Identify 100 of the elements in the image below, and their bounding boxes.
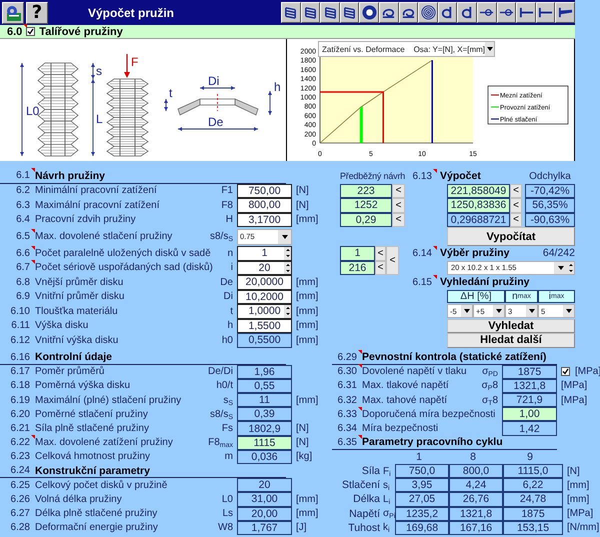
spinner-arrows-icon[interactable] — [284, 262, 291, 274]
toolbar-button[interactable] — [320, 2, 340, 23]
parameter-label: Vnitřní výška disku — [34, 334, 120, 346]
section-title: Talířové pružiny — [39, 26, 123, 38]
dimension-label: h — [274, 80, 281, 94]
result-value: 1,00 — [502, 407, 557, 422]
toolbar-button[interactable] — [438, 2, 458, 23]
parameter-label: Výška disku — [34, 320, 90, 332]
section-heading: Pevnostní kontrola (statické zatížení) — [361, 351, 546, 364]
row-number: 6.30 — [332, 366, 357, 378]
caret-icon[interactable] — [554, 262, 567, 274]
toolbar-button[interactable] — [418, 2, 438, 23]
symbol: Fs — [220, 423, 234, 434]
result-value: 1,767 — [237, 520, 292, 535]
symbol: Di — [222, 291, 234, 302]
symbol: h0 — [220, 334, 234, 346]
apply-all-button[interactable]: < — [386, 246, 399, 275]
spiral-icon — [420, 5, 436, 20]
apply-button[interactable]: < — [375, 260, 386, 275]
search-button[interactable]: Vyhledat — [447, 318, 575, 333]
result-value: 3,95 — [395, 478, 449, 492]
checkbox[interactable] — [561, 367, 570, 376]
apply-button[interactable]: < — [392, 184, 405, 198]
caret-icon[interactable] — [485, 42, 494, 56]
row-number: 6.4 — [15, 214, 30, 226]
symbol: s8/s$_{S}$ — [208, 408, 234, 420]
row-number: 6.22 — [0, 437, 30, 448]
spinner-arrows-icon[interactable] — [567, 262, 574, 274]
calculate-button[interactable]: Vypočítat — [447, 227, 575, 246]
row-number: 6.2 — [15, 185, 30, 196]
result-value: 20,00 — [237, 506, 292, 521]
parameter-label: Volná délka pružiny — [34, 494, 123, 505]
row-number: 6.28 — [10, 522, 30, 534]
symbol: i — [230, 262, 234, 274]
parameter-label: Vnitřní průměr disku — [34, 291, 126, 302]
row-number: 6.34 — [336, 423, 357, 434]
toolbar-button[interactable] — [340, 2, 360, 23]
spinner-arrows-icon[interactable] — [284, 305, 291, 318]
toolbar-button[interactable] — [555, 2, 575, 23]
input-field[interactable]: 10,2000 — [237, 290, 292, 304]
app-button[interactable] — [2, 2, 24, 24]
row-number: 6.26 — [10, 494, 30, 505]
caret-icon[interactable] — [526, 305, 537, 318]
parameter-label: Max. tlakové napětí — [361, 380, 450, 392]
dimension-label: Di — [208, 74, 220, 88]
result-value: 721,9 — [502, 393, 557, 408]
caret-icon[interactable] — [563, 305, 574, 318]
checkbox[interactable] — [26, 27, 36, 36]
spinner-arrows-icon[interactable] — [284, 247, 291, 260]
chart-selector[interactable]: Zatížení vs. Deformace Osa: Y=[N], X=[mm] — [318, 41, 495, 57]
spinner-field[interactable]: 1,0000 — [237, 304, 292, 318]
result-value: 1115,0 — [503, 464, 563, 478]
parameter-label: Počet sériově uspořádaných sad (disků) — [34, 262, 214, 274]
help-button[interactable]: ? — [26, 2, 48, 24]
spinner-field[interactable]: 1 — [237, 246, 292, 260]
toolbar-button[interactable] — [359, 2, 380, 23]
toolbar-button[interactable] — [516, 2, 536, 23]
result-value: 26,76 — [449, 492, 503, 507]
parameter-label: Dovolené napětí v tlaku — [361, 366, 468, 378]
apply-button[interactable]: < — [510, 198, 522, 212]
input-field[interactable]: 800,00 — [237, 198, 292, 212]
input-field[interactable]: 20,0000 — [237, 275, 292, 290]
dimension-label: De — [208, 115, 224, 129]
apply-button[interactable]: < — [392, 212, 405, 227]
toolbar-button[interactable] — [398, 2, 418, 23]
search-button[interactable]: Hledat další — [447, 333, 575, 348]
input-field[interactable]: 750,00 — [237, 184, 292, 198]
unit-label: [MPa] — [575, 366, 600, 378]
caret-icon[interactable] — [278, 230, 291, 244]
toolbar-button[interactable] — [281, 2, 301, 23]
result-value: 6,22 — [503, 478, 563, 492]
result-value: 27,05 — [395, 492, 449, 507]
apply-button[interactable]: < — [375, 246, 386, 260]
symbol: W8 — [217, 522, 234, 534]
unit-label: [mm] — [296, 214, 318, 226]
apply-button[interactable]: < — [510, 184, 522, 198]
caret-icon[interactable] — [461, 305, 472, 318]
symbol: F8$_{max}$ — [207, 437, 234, 448]
result-value: 1 — [340, 246, 375, 260]
caret-icon[interactable] — [493, 305, 504, 318]
toolbar-button[interactable] — [496, 2, 516, 23]
window-title: Výpočet pružin — [88, 6, 174, 20]
input-field[interactable]: 3,1700 — [237, 212, 292, 227]
parameter-label: Míra bezpečnosti — [361, 423, 440, 434]
toolbar-button[interactable] — [477, 2, 497, 23]
coil-spring-icon — [302, 5, 318, 20]
toolbar-button[interactable] — [379, 2, 399, 23]
apply-button[interactable]: < — [510, 212, 522, 227]
result-value: 153,15 — [503, 520, 563, 535]
result-value: 1321,8 — [502, 378, 557, 394]
toolbar-button[interactable] — [536, 2, 556, 23]
toolbar-button[interactable] — [300, 2, 320, 23]
parameter-label: Počet paralelně uložených disků v sadě — [34, 248, 212, 259]
row-number: 6.32 — [336, 394, 357, 406]
spinner-field[interactable]: 20 — [237, 260, 292, 275]
apply-button[interactable]: < — [392, 198, 405, 212]
input-field[interactable]: 1,5500 — [237, 318, 292, 333]
toolbar-button[interactable] — [457, 2, 478, 23]
column-heading: ΔH [%] — [447, 290, 505, 304]
row-number: 6.10 — [10, 306, 30, 317]
